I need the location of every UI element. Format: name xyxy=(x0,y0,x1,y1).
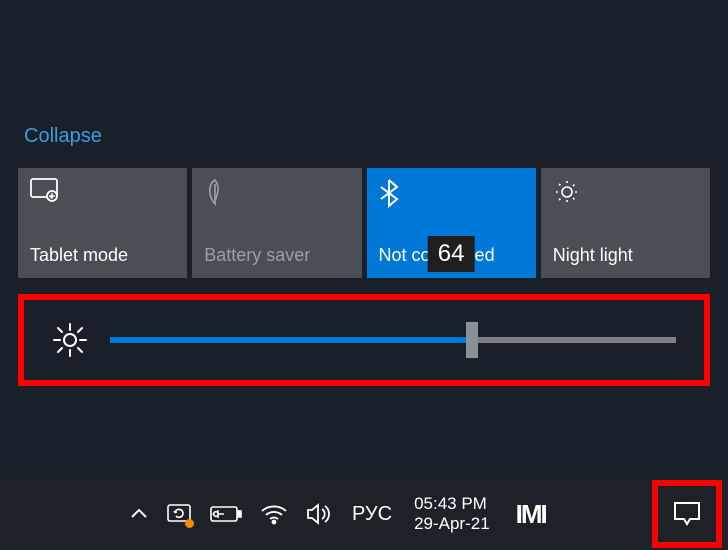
action-center-panel: Collapse xyxy=(18,125,710,386)
tile-label: Night light xyxy=(553,245,698,266)
brightness-slider[interactable] xyxy=(110,337,676,343)
clock-time: 05:43 PM xyxy=(414,494,490,514)
app-indicator[interactable]: IMI xyxy=(516,499,546,530)
brightness-icon xyxy=(52,322,88,358)
battery-icon[interactable] xyxy=(210,504,242,524)
tile-night-light[interactable]: Night light xyxy=(541,168,710,278)
tile-battery-saver[interactable]: Battery saver xyxy=(192,168,361,278)
tablet-mode-icon xyxy=(30,178,175,206)
notification-icon xyxy=(672,500,702,528)
windows-update-icon[interactable] xyxy=(166,502,192,526)
slider-thumb[interactable] xyxy=(466,322,478,358)
tile-label: Tablet mode xyxy=(30,245,175,266)
tile-label: Battery saver xyxy=(204,245,349,266)
wifi-icon[interactable] xyxy=(260,503,288,525)
quick-action-tiles: Tablet mode Battery saver Not connected … xyxy=(18,168,710,278)
leaf-icon xyxy=(204,178,349,206)
night-light-icon xyxy=(553,178,698,206)
slider-fill xyxy=(110,337,472,343)
tile-bluetooth[interactable]: Not connected 64 xyxy=(367,168,536,278)
brightness-value-tooltip: 64 xyxy=(428,236,475,272)
bluetooth-icon xyxy=(379,178,524,206)
tile-tablet-mode[interactable]: Tablet mode xyxy=(18,168,187,278)
input-language[interactable]: РУС xyxy=(352,503,392,526)
taskbar: РУС 05:43 PM 29-Apr-21 IMI xyxy=(0,478,728,550)
clock-date: 29-Apr-21 xyxy=(414,514,490,534)
tray-overflow-icon[interactable] xyxy=(130,507,148,521)
brightness-slider-area xyxy=(18,294,710,386)
action-center-button[interactable] xyxy=(652,480,722,548)
taskbar-clock[interactable]: 05:43 PM 29-Apr-21 xyxy=(414,494,490,535)
collapse-link[interactable]: Collapse xyxy=(24,125,102,148)
volume-icon[interactable] xyxy=(306,502,334,526)
system-tray: РУС xyxy=(130,502,392,526)
